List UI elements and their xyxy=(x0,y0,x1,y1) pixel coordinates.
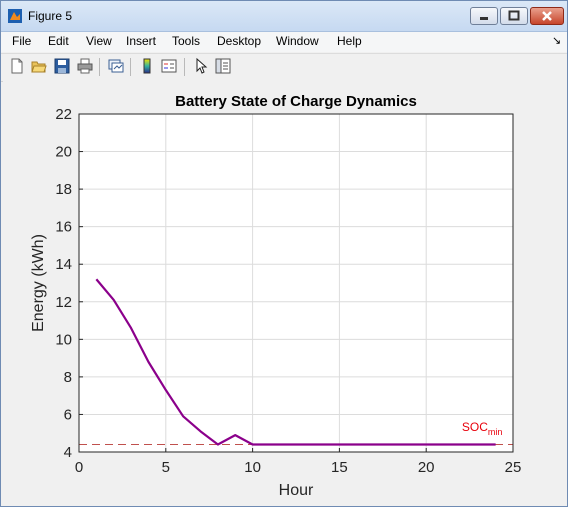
minimize-button[interactable] xyxy=(470,7,498,25)
insert-legend-icon[interactable] xyxy=(160,57,178,75)
x-tick-label: 0 xyxy=(75,459,83,476)
toolbar-separator xyxy=(99,58,100,76)
x-tick-label: 10 xyxy=(244,459,261,476)
y-tick-label: 20 xyxy=(55,144,72,161)
y-tick-label: 6 xyxy=(64,406,72,423)
x-tick-label: 20 xyxy=(418,459,435,476)
y-tick-label: 12 xyxy=(55,294,72,311)
toolbar-separator xyxy=(130,58,131,76)
link-plot-icon[interactable] xyxy=(107,57,125,75)
toolbar-separator xyxy=(184,58,185,76)
x-tick-label: 15 xyxy=(331,459,348,476)
y-tick-label: 8 xyxy=(64,369,72,386)
x-axis-label: Hour xyxy=(279,482,314,499)
figure-toolbar xyxy=(1,53,567,82)
figure-window: Figure 5 File Edit View Insert Tools Des… xyxy=(0,0,568,507)
matlab-app-icon xyxy=(8,9,22,23)
menu-window[interactable]: Window xyxy=(276,34,319,48)
axes-box[interactable] xyxy=(78,113,514,453)
open-file-icon[interactable] xyxy=(30,57,48,75)
minimize-icon xyxy=(480,17,488,20)
new-figure-icon[interactable] xyxy=(8,57,26,75)
y-tick-labels: 4 6 8 10 12 14 16 18 20 22 xyxy=(55,106,72,461)
menu-tools[interactable]: Tools xyxy=(172,34,200,48)
close-icon xyxy=(542,11,552,21)
maximize-icon xyxy=(508,10,520,21)
print-icon[interactable] xyxy=(76,57,94,75)
y-tick-label: 10 xyxy=(55,331,72,348)
menu-overflow-arrow-icon[interactable]: ↘ xyxy=(552,34,561,47)
menu-bar: File Edit View Insert Tools Desktop Wind… xyxy=(1,32,567,52)
menu-view[interactable]: View xyxy=(86,34,112,48)
edit-plot-arrow-icon[interactable] xyxy=(192,57,210,75)
menu-edit[interactable]: Edit xyxy=(48,34,69,48)
menu-help[interactable]: Help xyxy=(337,34,362,48)
y-tick-label: 22 xyxy=(55,106,72,123)
save-icon[interactable] xyxy=(53,57,71,75)
y-tick-label: 18 xyxy=(55,181,72,198)
x-tick-labels: 0 5 10 15 20 25 xyxy=(75,459,522,476)
x-tick-label: 5 xyxy=(162,459,170,476)
chart-svg[interactable]: 0 5 10 15 20 25 4 6 8 10 12 14 16 18 20 22 Battery Sta… xyxy=(3,81,567,506)
close-button[interactable] xyxy=(530,7,564,25)
chart-title: Battery State of Charge Dynamics xyxy=(175,93,417,110)
y-tick-label: 14 xyxy=(55,256,72,273)
maximize-button[interactable] xyxy=(500,7,528,25)
insert-colorbar-icon[interactable] xyxy=(138,57,156,75)
figure-canvas: 0 5 10 15 20 25 4 6 8 10 12 14 16 18 20 22 Battery Sta… xyxy=(3,81,567,506)
property-inspector-icon[interactable] xyxy=(214,57,232,75)
title-bar[interactable]: Figure 5 xyxy=(1,1,567,32)
menu-insert[interactable]: Insert xyxy=(126,34,156,48)
x-tick-label: 25 xyxy=(505,459,522,476)
menu-file[interactable]: File xyxy=(12,34,31,48)
y-axis-label: Energy (kWh) xyxy=(30,234,47,332)
window-title: Figure 5 xyxy=(28,9,73,23)
y-tick-label: 4 xyxy=(64,444,72,461)
menu-desktop[interactable]: Desktop xyxy=(217,34,261,48)
y-tick-label: 16 xyxy=(55,219,72,236)
